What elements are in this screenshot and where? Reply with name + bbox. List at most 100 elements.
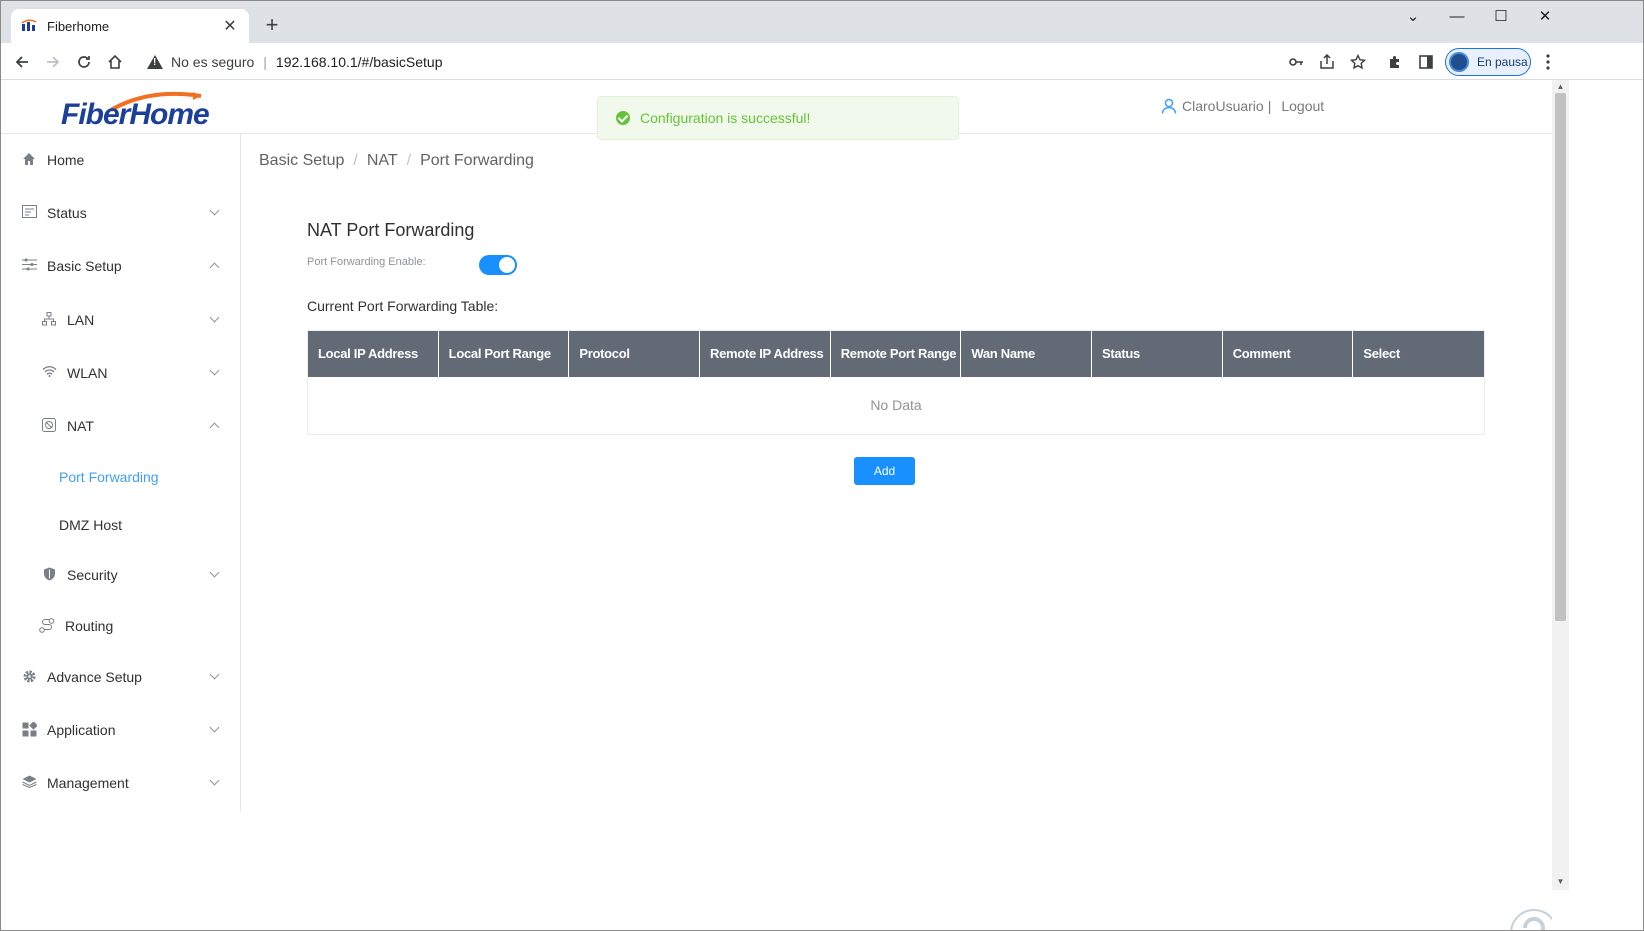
table-empty-state: No Data <box>870 397 922 413</box>
column-header-status: Status <box>1092 331 1223 377</box>
fiberhome-favicon-icon <box>21 19 37 33</box>
column-header-local-ip: Local IP Address <box>308 331 439 377</box>
sidebar-item-label: Advance Setup <box>47 669 142 685</box>
table-caption: Current Port Forwarding Table: <box>307 298 499 314</box>
profile-button[interactable]: En pausa <box>1445 48 1531 76</box>
address-bar[interactable]: No es seguro | 192.168.10.1/#/basicSetup <box>147 47 443 77</box>
toast-message: Configuration is successful! <box>640 110 811 126</box>
back-button[interactable] <box>9 49 35 75</box>
layers-icon <box>21 775 37 791</box>
chevron-down-icon <box>209 312 220 323</box>
nat-icon <box>41 418 57 434</box>
browser-menu-icon[interactable] <box>1536 50 1560 74</box>
sidebar-item-advance-setup[interactable]: Advance Setup <box>1 652 240 702</box>
gear-icon <box>21 669 37 685</box>
chevron-up-icon <box>209 422 220 433</box>
sidebar-item-label: Application <box>47 722 116 738</box>
sidebar-item-label: Basic Setup <box>47 258 122 274</box>
sidebar-item-status[interactable]: Status <box>1 188 240 238</box>
add-button[interactable]: Add <box>854 457 915 485</box>
security-label: No es seguro <box>171 54 255 70</box>
status-icon <box>21 205 37 221</box>
column-header-remote-port-range: Remote Port Range <box>831 331 962 377</box>
sidebar-item-label: Status <box>47 205 87 221</box>
sidebar-item-label: Security <box>67 567 118 583</box>
shield-icon <box>41 567 57 583</box>
sidebar-item-home[interactable]: Home <box>1 135 240 185</box>
sidebar-item-label: WLAN <box>67 365 108 381</box>
chevron-up-icon <box>209 262 220 273</box>
toggle-knob <box>499 257 515 273</box>
password-key-icon[interactable] <box>1284 50 1308 74</box>
share-icon[interactable] <box>1315 50 1339 74</box>
warning-icon <box>147 55 163 69</box>
sidebar-item-label: NAT <box>67 418 94 434</box>
port-forwarding-table: Local IP Address Local Port Range Protoc… <box>307 330 1485 435</box>
section-title: NAT Port Forwarding <box>307 220 475 240</box>
bookmark-star-icon[interactable] <box>1346 50 1370 74</box>
port-forwarding-enable-label: Port Forwarding Enable: <box>307 256 426 268</box>
breadcrumb-item-port-forwarding: Port Forwarding <box>420 152 534 169</box>
forward-button[interactable] <box>40 49 66 75</box>
sidebar-item-lan[interactable]: LAN <box>1 295 240 345</box>
chevron-down-icon <box>209 205 220 216</box>
logout-link[interactable]: Logout <box>1281 98 1324 114</box>
wifi-icon <box>41 365 57 381</box>
username: ClaroUsuario <box>1182 98 1264 114</box>
new-tab-button[interactable]: + <box>259 13 285 39</box>
url-text: 192.168.10.1/#/basicSetup <box>275 54 443 70</box>
success-toast: Configuration is successful! <box>597 96 959 140</box>
column-header-comment: Comment <box>1223 331 1354 377</box>
sidebar-item-security[interactable]: Security <box>1 550 240 600</box>
window-minimize-button[interactable]: — <box>1435 5 1479 31</box>
table-header-row: Local IP Address Local Port Range Protoc… <box>308 331 1484 377</box>
breadcrumb-separator: / <box>406 152 412 169</box>
home-button[interactable] <box>102 49 128 75</box>
browser-window: Fiberhome ✕ + ⌄ — ☐ ✕ No es seguro | 192… <box>0 0 1644 931</box>
fiberhome-logo[interactable]: FiberHome <box>61 90 211 131</box>
scroll-up-icon[interactable]: ▲ <box>1555 82 1566 92</box>
chevron-down-icon <box>209 567 220 578</box>
side-panel-icon[interactable] <box>1414 50 1438 74</box>
sidebar-item-label: LAN <box>67 312 95 328</box>
window-maximize-button[interactable]: ☐ <box>1479 5 1523 31</box>
browser-toolbar: No es seguro | 192.168.10.1/#/basicSetup… <box>1 43 1643 80</box>
sidebar-item-management[interactable]: Management <box>1 758 240 808</box>
sidebar-item-label: Port Forwarding <box>59 469 159 485</box>
port-forwarding-enable-toggle[interactable] <box>479 255 517 275</box>
sidebar-item-dmz-host[interactable]: DMZ Host <box>1 500 240 550</box>
column-header-protocol: Protocol <box>569 331 701 377</box>
sidebar-item-wlan[interactable]: WLAN <box>1 348 240 398</box>
sidebar: Home Status Basic Setup LAN WLAN NAT Por… <box>1 134 241 812</box>
column-header-local-port-range: Local Port Range <box>439 331 570 377</box>
breadcrumb-item-basic-setup[interactable]: Basic Setup <box>259 152 344 170</box>
sidebar-item-basic-setup[interactable]: Basic Setup <box>1 241 240 291</box>
window-close-button[interactable]: ✕ <box>1523 5 1567 31</box>
sidebar-item-port-forwarding[interactable]: Port Forwarding <box>1 452 240 502</box>
user-separator: | <box>1267 98 1272 114</box>
back-arrow-icon <box>15 56 28 68</box>
sidebar-item-application[interactable]: Application <box>1 705 240 755</box>
sidebar-item-label: DMZ Host <box>59 517 122 533</box>
breadcrumb: Basic Setup / NAT / Port Forwarding <box>259 152 534 170</box>
tab-search-chevron-icon[interactable]: ⌄ <box>1391 5 1435 31</box>
scrollbar-thumb[interactable] <box>1555 93 1566 621</box>
tab-strip: Fiberhome ✕ + ⌄ — ☐ ✕ <box>1 1 1643 43</box>
url-separator: | <box>263 54 267 70</box>
watermark-logo-icon <box>1510 909 1552 930</box>
forward-arrow-icon <box>47 56 60 68</box>
breadcrumb-separator: / <box>353 152 358 169</box>
breadcrumb-item-nat[interactable]: NAT <box>367 152 398 170</box>
chevron-down-icon <box>209 775 220 786</box>
browser-tab-fiberhome[interactable]: Fiberhome ✕ <box>11 9 249 43</box>
extensions-puzzle-icon[interactable] <box>1383 50 1407 74</box>
reload-button[interactable] <box>71 49 97 75</box>
sidebar-item-nat[interactable]: NAT <box>1 401 240 451</box>
sidebar-item-routing[interactable]: Routing <box>1 601 240 651</box>
column-header-remote-ip: Remote IP Address <box>700 331 831 377</box>
logo-text: FiberHome <box>61 98 210 131</box>
tab-close-icon[interactable]: ✕ <box>221 16 239 36</box>
scroll-down-icon[interactable]: ▼ <box>1555 877 1566 887</box>
app-header: FiberHome Configuration is successful! C… <box>1 80 1552 140</box>
tab-title: Fiberhome <box>47 18 110 34</box>
